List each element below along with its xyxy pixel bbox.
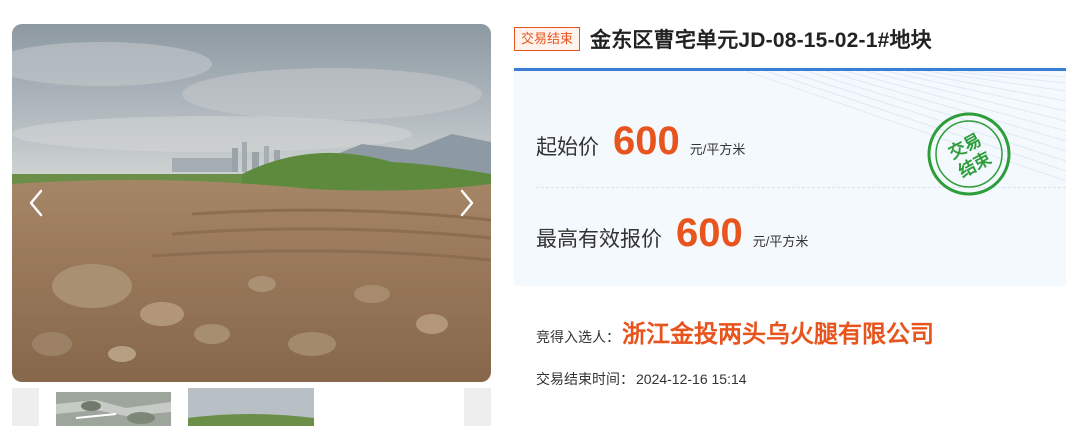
winner-name: 浙江金投两头乌火腿有限公司 bbox=[622, 321, 934, 348]
next-photo-button[interactable] bbox=[453, 186, 481, 220]
photo-gallery bbox=[12, 24, 491, 426]
land-photo bbox=[12, 24, 491, 382]
decorative-pattern bbox=[746, 71, 1066, 181]
end-time-label: 交易结束时间： bbox=[536, 371, 634, 387]
end-time-value: 2024-12-16 15:14 bbox=[636, 371, 747, 387]
lot-info-panel: 交易结束 金东区曹宅单元JD-08-15-02-1#地块 起始价 600 元/平… bbox=[514, 0, 1066, 426]
site-photo-image bbox=[188, 388, 314, 426]
start-price-row: 起始价 600 元/平方米 bbox=[536, 121, 745, 161]
lot-title: 金东区曹宅单元JD-08-15-02-1#地块 bbox=[590, 29, 932, 52]
thumbnail-aerial-map[interactable] bbox=[56, 392, 171, 426]
chevron-right-icon bbox=[460, 189, 474, 217]
start-price-value: 600 bbox=[613, 119, 680, 163]
deal-closed-stamp-icon: 交易 结束 bbox=[927, 112, 1011, 196]
high-price-unit: 元/平方米 bbox=[752, 234, 809, 249]
aerial-map-image bbox=[56, 392, 171, 426]
start-price-unit: 元/平方米 bbox=[689, 142, 746, 157]
winner-row: 竞得入选人： 浙江金投两头乌火腿有限公司 bbox=[536, 314, 934, 349]
high-price-value: 600 bbox=[676, 211, 743, 255]
main-photo[interactable] bbox=[12, 24, 491, 382]
winner-label: 竞得入选人： bbox=[536, 329, 620, 345]
high-price-row: 最高有效报价 600 元/平方米 bbox=[536, 213, 808, 253]
end-time-row: 交易结束时间： 2024-12-16 15:14 bbox=[536, 369, 749, 389]
price-panel: 起始价 600 元/平方米 最高有效报价 600 元/平方米 交易 结束 bbox=[514, 68, 1066, 286]
prev-photo-button[interactable] bbox=[22, 186, 50, 220]
thumbnail-next-button[interactable] bbox=[464, 388, 491, 426]
status-badge: 交易结束 bbox=[514, 27, 581, 51]
title-row: 交易结束 金东区曹宅单元JD-08-15-02-1#地块 bbox=[514, 24, 932, 54]
high-price-label: 最高有效报价 bbox=[536, 228, 662, 251]
start-price-label: 起始价 bbox=[536, 136, 599, 159]
thumbnail-prev-button[interactable] bbox=[12, 388, 39, 426]
thumbnail-site-photo[interactable] bbox=[188, 388, 314, 426]
thumbnail-strip bbox=[12, 388, 491, 426]
chevron-left-icon bbox=[29, 189, 43, 217]
